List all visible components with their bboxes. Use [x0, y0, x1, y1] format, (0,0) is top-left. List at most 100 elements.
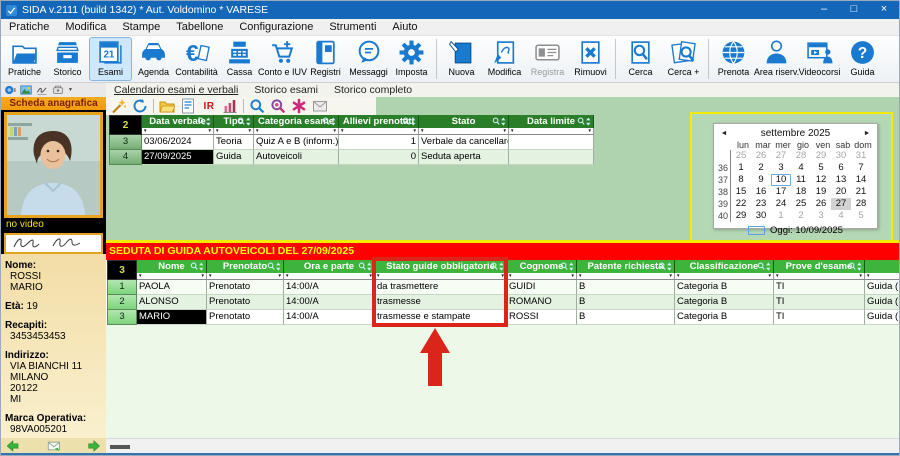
- column-header-cognome[interactable]: Cognome: [507, 260, 577, 273]
- toolbar-button-agenda[interactable]: Agenda: [132, 37, 175, 81]
- filter-cell[interactable]: [142, 128, 214, 135]
- cell-prenotato[interactable]: Prenotato: [207, 280, 284, 295]
- cell-patente-richiesta[interactable]: B: [577, 280, 675, 295]
- cell-allievi-prenotati[interactable]: 0: [339, 150, 419, 165]
- filter-cell[interactable]: [339, 128, 419, 135]
- toolbar-button-contabilit[interactable]: €Contabilità: [175, 37, 218, 81]
- cell-data-verbale[interactable]: 27/09/2025: [142, 150, 214, 165]
- calendar-day[interactable]: 3: [811, 210, 831, 222]
- column-header-prenotato[interactable]: Prenotato: [207, 260, 284, 273]
- row-number[interactable]: 1: [107, 280, 137, 295]
- menu-item-pratiche[interactable]: Pratiche: [1, 19, 57, 35]
- refresh-icon[interactable]: [132, 98, 148, 114]
- open-folder-icon[interactable]: [159, 98, 175, 114]
- cell-patente-richiesta[interactable]: B: [577, 295, 675, 310]
- toolbar-button-pratiche[interactable]: Pratiche: [3, 37, 46, 81]
- cell-prove-d-esame[interactable]: TI: [774, 310, 865, 325]
- cell-nome[interactable]: ALONSO: [137, 295, 207, 310]
- menu-item-stampe[interactable]: Stampe: [114, 19, 168, 35]
- cell-ora-e-parte[interactable]: 14:00/A: [284, 280, 375, 295]
- row-number[interactable]: 2: [107, 295, 137, 310]
- column-header-data-limite[interactable]: Data limite: [509, 115, 594, 128]
- cell-stato[interactable]: Verbale da cancellare: [419, 135, 509, 150]
- cell-tipo[interactable]: Teoria: [214, 135, 254, 150]
- menu-item-strumenti[interactable]: Strumenti: [321, 19, 384, 35]
- calendar-day[interactable]: 7: [851, 162, 871, 174]
- calendar-day[interactable]: 14: [851, 174, 871, 186]
- tab-storico-completo[interactable]: Storico completo: [334, 84, 412, 96]
- zoom-icon[interactable]: [249, 98, 265, 114]
- cell-cognome[interactable]: GUIDI: [507, 280, 577, 295]
- toolbar-button-modifica[interactable]: Modifica: [483, 37, 526, 81]
- filter-cell[interactable]: [507, 273, 577, 280]
- row-number[interactable]: 3: [107, 310, 137, 325]
- calendar-day[interactable]: 10: [771, 174, 791, 186]
- toolbar-button-area-riserv[interactable]: Area riserv.: [755, 37, 798, 81]
- toolbar-button-registra[interactable]: Registra: [526, 37, 569, 81]
- cell-nome[interactable]: PAOLA: [137, 280, 207, 295]
- calendar-day[interactable]: 25: [791, 198, 811, 210]
- calendar-day[interactable]: 2: [751, 162, 771, 174]
- calendar-day[interactable]: 30: [751, 210, 771, 222]
- cell-ora-e-parte[interactable]: 14:00/A: [284, 295, 375, 310]
- toolbar-button-guida[interactable]: ?Guida: [841, 37, 884, 81]
- table-corner-cell[interactable]: 3: [107, 260, 137, 280]
- close-button[interactable]: ×: [869, 1, 899, 19]
- calendar-day[interactable]: 16: [751, 186, 771, 198]
- calendar-day[interactable]: 9: [751, 174, 771, 186]
- column-header-classificazione[interactable]: Classificazione: [675, 260, 774, 273]
- cell-allievi-prenotati[interactable]: 1: [339, 135, 419, 150]
- ir-icon[interactable]: IR: [201, 98, 217, 114]
- cell-patente-richiesta[interactable]: B: [577, 310, 675, 325]
- calendar-day[interactable]: 29: [731, 210, 751, 222]
- cell-data-limite[interactable]: [509, 135, 594, 150]
- toolbar-button-registri[interactable]: Registri: [304, 37, 347, 81]
- table-corner-cell[interactable]: 2: [109, 115, 142, 135]
- cell-cognome[interactable]: ROMANO: [507, 295, 577, 310]
- calendar-day[interactable]: 24: [771, 198, 791, 210]
- cell-categoria-esame[interactable]: Quiz A e B (inform.): [254, 135, 339, 150]
- calendar-day[interactable]: 27: [771, 150, 791, 162]
- toolbar-button-imposta[interactable]: Imposta: [390, 37, 433, 81]
- calendar-day[interactable]: 31: [851, 150, 871, 162]
- previous-record-button[interactable]: [6, 440, 20, 452]
- cell-classificazione[interactable]: Categoria B: [675, 310, 774, 325]
- calendar-day[interactable]: 19: [811, 186, 831, 198]
- zoom-color-icon[interactable]: [270, 98, 286, 114]
- filter-cell[interactable]: [284, 273, 375, 280]
- column-header-patente-richiesta[interactable]: Patente richiesta: [577, 260, 675, 273]
- filter-cell[interactable]: [419, 128, 509, 135]
- horizontal-scrollbar[interactable]: [106, 438, 899, 453]
- signature-icon[interactable]: [36, 84, 49, 96]
- column-header-stato[interactable]: Stato: [865, 260, 899, 273]
- toolbar-button-cassa[interactable]: Cassa: [218, 37, 261, 81]
- toolbar-button-prenota[interactable]: Prenota: [712, 37, 755, 81]
- cell-stato[interactable]: Guida (: [865, 310, 899, 325]
- filter-cell[interactable]: [774, 273, 865, 280]
- tab-calendario-esami-e-verbali[interactable]: Calendario esami e verbali: [114, 84, 238, 96]
- calendar-day[interactable]: 4: [791, 162, 811, 174]
- cell-prenotato[interactable]: Prenotato: [207, 310, 284, 325]
- column-header-nome[interactable]: Nome: [137, 260, 207, 273]
- cell-tipo[interactable]: Guida: [214, 150, 254, 165]
- cell-data-verbale[interactable]: 03/06/2024: [142, 135, 214, 150]
- column-header-tipo[interactable]: Tipo: [214, 115, 254, 128]
- cell-classificazione[interactable]: Categoria B: [675, 280, 774, 295]
- row-number[interactable]: 3: [109, 135, 142, 150]
- column-header-categoria-esame[interactable]: Categoria esame: [254, 115, 339, 128]
- column-header-allievi-prenotati[interactable]: Allievi prenotati: [339, 115, 419, 128]
- calendar-day[interactable]: 4: [831, 210, 851, 222]
- column-header-stato[interactable]: Stato: [419, 115, 509, 128]
- calendar-day[interactable]: 17: [771, 186, 791, 198]
- send-mail-button[interactable]: [47, 440, 61, 452]
- filter-cell[interactable]: [137, 273, 207, 280]
- toolbar-button-cerca[interactable]: Cerca +: [662, 37, 705, 81]
- filter-cell[interactable]: [675, 273, 774, 280]
- calendar-day[interactable]: 13: [831, 174, 851, 186]
- column-header-ora-e-parte[interactable]: Ora e parte: [284, 260, 375, 273]
- calendar-day[interactable]: 12: [811, 174, 831, 186]
- calendar-day[interactable]: 20: [831, 186, 851, 198]
- calendar-prev-icon[interactable]: ◄: [717, 130, 731, 137]
- calendar-day[interactable]: 8: [731, 174, 751, 186]
- calendar-day[interactable]: 30: [831, 150, 851, 162]
